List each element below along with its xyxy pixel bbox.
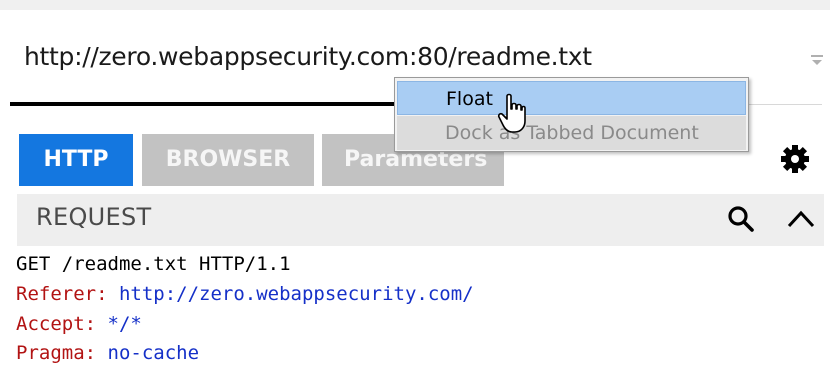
menu-item-float[interactable]: Float [397, 81, 746, 115]
request-header-row: Accept: */* [16, 313, 142, 335]
header-value: http://zero.webappsecurity.com/ [118, 283, 474, 305]
chevron-up-icon[interactable] [786, 208, 816, 230]
tab-http[interactable]: HTTP [19, 134, 133, 186]
menu-item-dock-as-tabbed-document[interactable]: Dock as Tabbed Document [397, 116, 746, 150]
window-top-strip [0, 0, 830, 10]
window-position-dropdown-icon[interactable] [810, 52, 824, 68]
search-icon[interactable] [726, 204, 756, 234]
window-position-context-menu: Float Dock as Tabbed Document [394, 77, 749, 152]
request-line: GET /readme.txt HTTP/1.1 [16, 253, 291, 275]
request-header-row: Pragma: no-cache [16, 342, 199, 364]
mouse-pointer-icon [497, 93, 526, 133]
document-url-title: http://zero.webappsecurity.com:80/readme… [24, 42, 592, 71]
request-section-title: REQUEST [36, 203, 152, 231]
header-name: Pragma: [16, 342, 97, 364]
header-name: Accept: [16, 313, 97, 335]
header-name: Referer: [16, 283, 108, 305]
header-value: no-cache [107, 342, 200, 364]
tab-browser[interactable]: BROWSER [142, 134, 314, 186]
active-document-underline [10, 102, 410, 106]
header-value: */* [107, 313, 142, 335]
request-line-text: GET /readme.txt HTTP/1.1 [16, 253, 291, 275]
request-view-window: http://zero.webappsecurity.com:80/readme… [0, 0, 830, 366]
request-header-row: Referer: http://zero.webappsecurity.com/ [16, 283, 474, 305]
gear-icon[interactable] [780, 144, 810, 174]
